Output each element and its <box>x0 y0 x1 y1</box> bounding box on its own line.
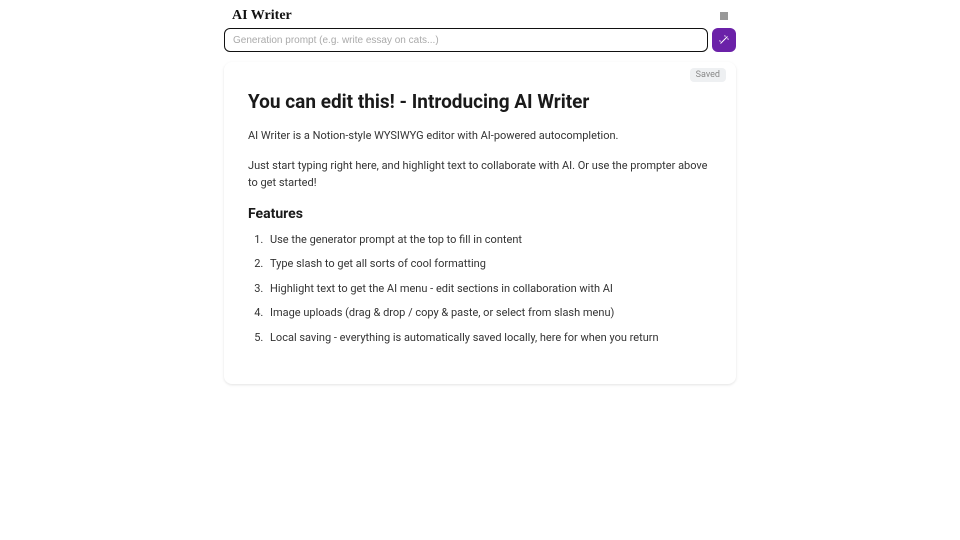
document-heading[interactable]: You can edit this! - Introducing AI Writ… <box>248 90 712 113</box>
generate-button[interactable] <box>712 28 736 52</box>
editor-card[interactable]: Saved You can edit this! - Introducing A… <box>224 62 736 384</box>
prompt-input[interactable] <box>224 28 708 52</box>
document-instructions[interactable]: Just start typing right here, and highli… <box>248 157 712 192</box>
list-item[interactable]: Highlight text to get the AI menu - edit… <box>266 281 712 298</box>
features-list[interactable]: Use the generator prompt at the top to f… <box>248 232 712 347</box>
list-item[interactable]: Type slash to get all sorts of cool form… <box>266 256 712 273</box>
header: AI Writer <box>224 8 736 28</box>
document-intro[interactable]: AI Writer is a Notion-style WYSIWYG edit… <box>248 127 712 145</box>
status-badge: Saved <box>690 68 726 82</box>
list-item[interactable]: Use the generator prompt at the top to f… <box>266 232 712 249</box>
list-item[interactable]: Image uploads (drag & drop / copy & past… <box>266 305 712 322</box>
prompt-row <box>224 28 736 58</box>
features-heading[interactable]: Features <box>248 206 712 222</box>
menu-icon[interactable] <box>720 12 728 20</box>
app-title: AI Writer <box>232 8 292 24</box>
wand-icon <box>718 34 730 46</box>
list-item[interactable]: Local saving - everything is automatical… <box>266 330 712 347</box>
